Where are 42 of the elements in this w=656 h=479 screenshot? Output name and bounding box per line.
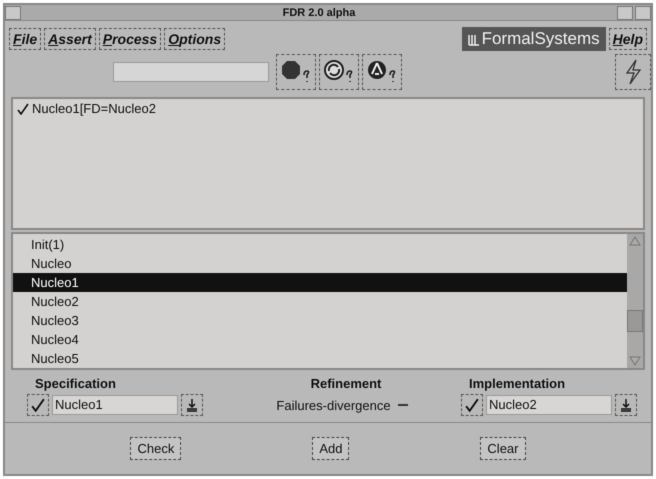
- menu-item[interactable]: Help: [608, 28, 647, 50]
- download-button[interactable]: [614, 394, 637, 416]
- check-icon: [464, 398, 479, 412]
- list-entry[interactable]: Nucleo5: [13, 349, 627, 368]
- refinement-label: Refinement: [310, 376, 382, 391]
- specification-label: Specification: [34, 376, 117, 391]
- download-icon: [186, 398, 198, 412]
- maximize-button[interactable]: [635, 6, 651, 20]
- action-button[interactable]: Add: [312, 437, 350, 460]
- list-entry[interactable]: Nucleo1: [13, 273, 627, 292]
- check-button[interactable]: [27, 394, 49, 416]
- download-icon: [620, 398, 632, 412]
- option-indicator-icon: [398, 404, 408, 406]
- menu-item[interactable]: Process: [98, 28, 162, 50]
- action-button[interactable]: Clear: [480, 437, 526, 460]
- list-entry[interactable]: Nucleo: [13, 254, 627, 273]
- download-button[interactable]: [181, 394, 203, 416]
- refinement-option[interactable]: Failures-divergence: [276, 398, 391, 412]
- minimize-button[interactable]: [617, 6, 633, 20]
- list-entry[interactable]: Nucleo4: [13, 330, 627, 349]
- lightning-button[interactable]: [615, 54, 651, 90]
- recycle-button[interactable]: [319, 54, 360, 90]
- menu-item[interactable]: File: [9, 28, 42, 50]
- check-icon: [31, 398, 45, 412]
- implementation-label: Implementation: [468, 376, 566, 391]
- arrows-button[interactable]: [362, 54, 402, 90]
- assertion-item[interactable]: Nucleo1[FD=Nucleo2: [32, 101, 156, 116]
- window-menu-button[interactable]: [5, 6, 21, 20]
- specification-field[interactable]: Nucleo1: [52, 395, 178, 415]
- window-title: FDR 2.0 alpha: [282, 6, 356, 19]
- action-button[interactable]: Check: [130, 437, 182, 460]
- list-entry[interactable]: Nucleo2: [13, 292, 627, 311]
- list-entry[interactable]: Nucleo3: [13, 311, 627, 330]
- check-button[interactable]: [460, 394, 483, 416]
- company-logo: FormalSystems: [462, 27, 606, 52]
- implementation-field[interactable]: Nucleo2: [486, 395, 612, 415]
- scrollbar[interactable]: [627, 234, 643, 368]
- stop-button[interactable]: [276, 54, 316, 90]
- menu-item[interactable]: Options: [164, 28, 226, 50]
- menu-item[interactable]: Assert: [44, 28, 96, 50]
- scroll-thumb[interactable]: [627, 310, 643, 332]
- list-entry[interactable]: Init(1): [13, 235, 627, 254]
